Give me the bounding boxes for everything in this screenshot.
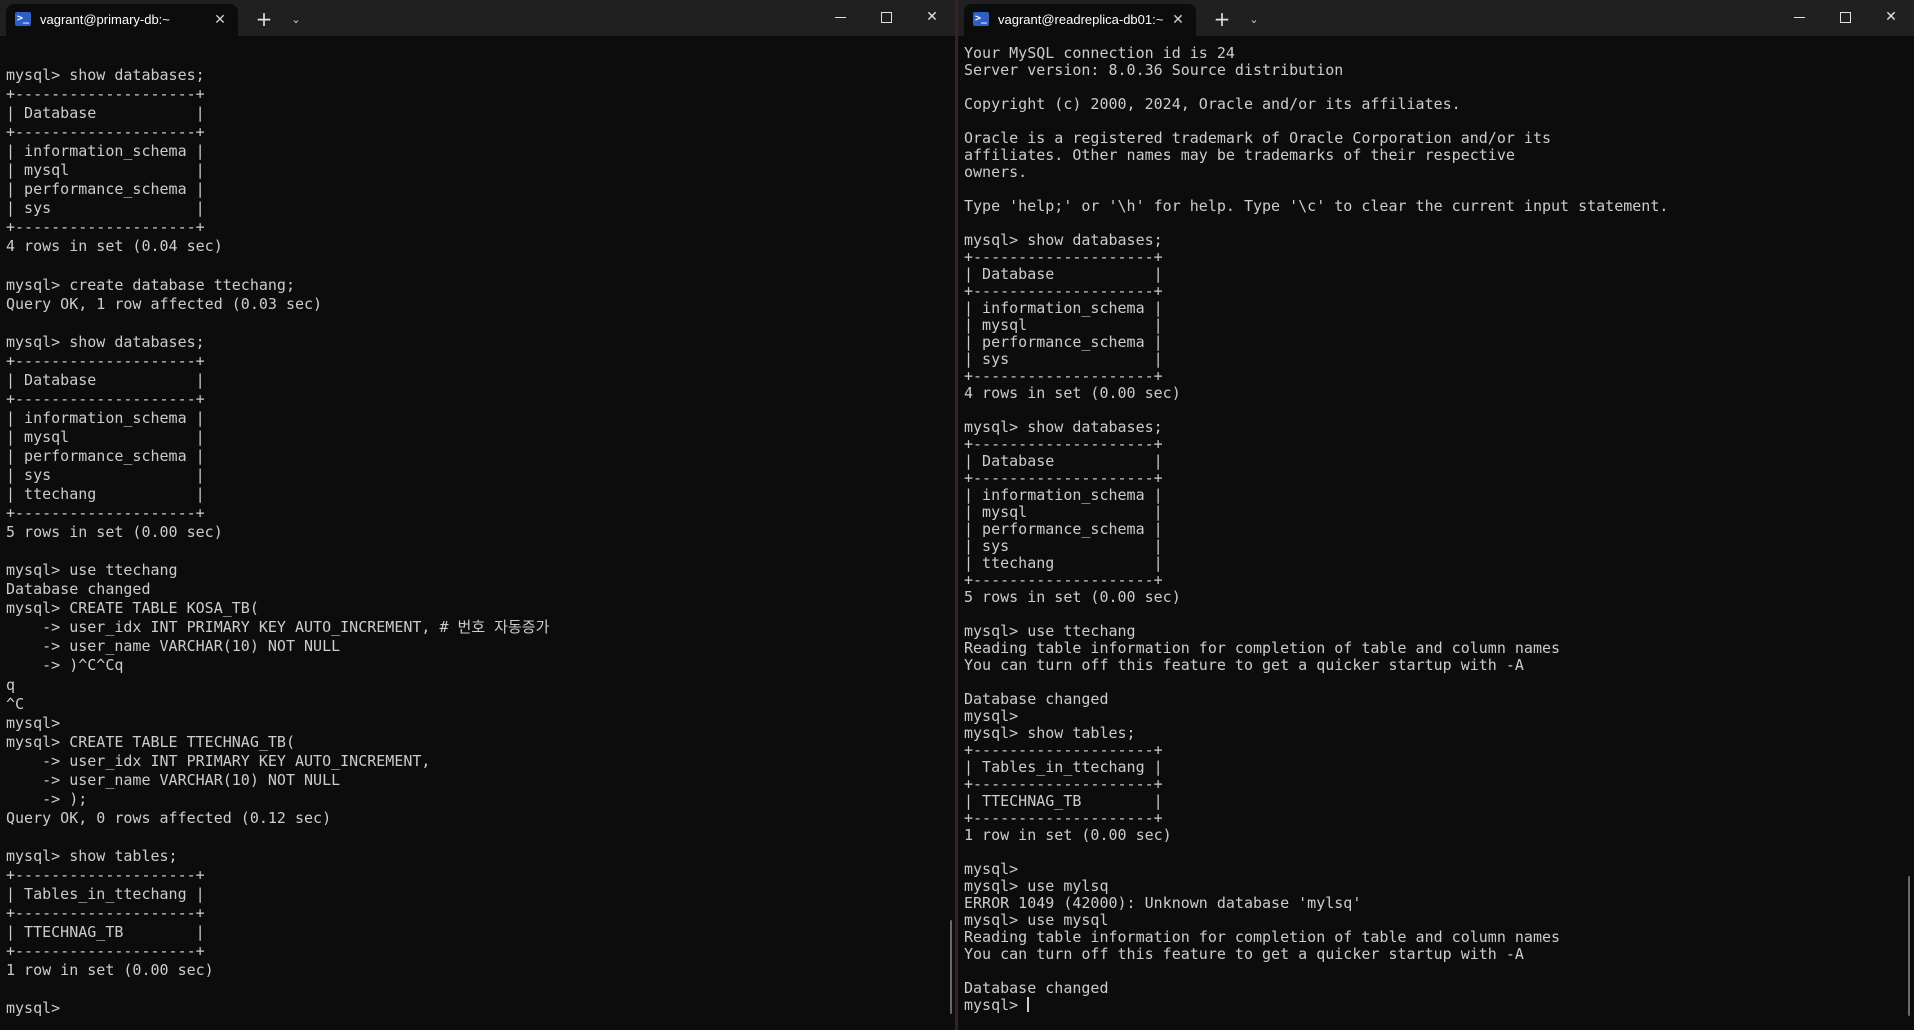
- minimize-icon: [1793, 16, 1805, 18]
- close-window-button[interactable]: ✕: [909, 0, 955, 34]
- scrollbar[interactable]: [1908, 876, 1910, 1016]
- close-window-button[interactable]: ✕: [1868, 0, 1914, 34]
- tab-primary-db[interactable]: >_ vagrant@primary-db:~ ✕: [6, 4, 238, 36]
- terminal-output[interactable]: Your MySQL connection id is 24 Server ve…: [964, 45, 1668, 1014]
- primary-db-terminal-window: >_ vagrant@primary-db:~ ✕ + ⌄ ✕ mysql> s…: [0, 0, 955, 1030]
- terminal-icon: >_: [973, 12, 989, 26]
- maximize-icon: [880, 11, 892, 23]
- title-bar: >_ vagrant@readreplica-db01:~ ✕ + ⌄ ✕: [958, 0, 1914, 36]
- text-cursor: [1027, 997, 1030, 1012]
- chevron-down-icon[interactable]: ⌄: [1242, 8, 1266, 32]
- terminal-output[interactable]: mysql> show databases; +----------------…: [6, 66, 549, 1018]
- tab-readreplica-db01[interactable]: >_ vagrant@readreplica-db01:~ ✕: [964, 4, 1196, 36]
- minimize-button[interactable]: [817, 0, 863, 34]
- tab-title: vagrant@readreplica-db01:~: [998, 12, 1164, 27]
- new-tab-button[interactable]: +: [252, 8, 276, 32]
- readreplica-terminal-window: >_ vagrant@readreplica-db01:~ ✕ + ⌄ ✕ Yo…: [958, 0, 1914, 1030]
- terminal-text: Your MySQL connection id is 24 Server ve…: [964, 44, 1669, 1014]
- new-tab-button[interactable]: +: [1210, 8, 1234, 32]
- minimize-button[interactable]: [1776, 0, 1822, 34]
- title-bar: >_ vagrant@primary-db:~ ✕ + ⌄ ✕: [0, 0, 955, 36]
- maximize-button[interactable]: [1822, 0, 1868, 34]
- chevron-down-icon[interactable]: ⌄: [284, 8, 308, 32]
- minimize-icon: [834, 16, 846, 18]
- tab-title: vagrant@primary-db:~: [40, 12, 170, 27]
- maximize-button[interactable]: [863, 0, 909, 34]
- close-tab-button[interactable]: ✕: [210, 10, 230, 30]
- close-tab-button[interactable]: ✕: [1168, 10, 1188, 30]
- maximize-icon: [1839, 11, 1851, 23]
- terminal-icon: >_: [15, 12, 31, 26]
- scrollbar[interactable]: [950, 920, 952, 1014]
